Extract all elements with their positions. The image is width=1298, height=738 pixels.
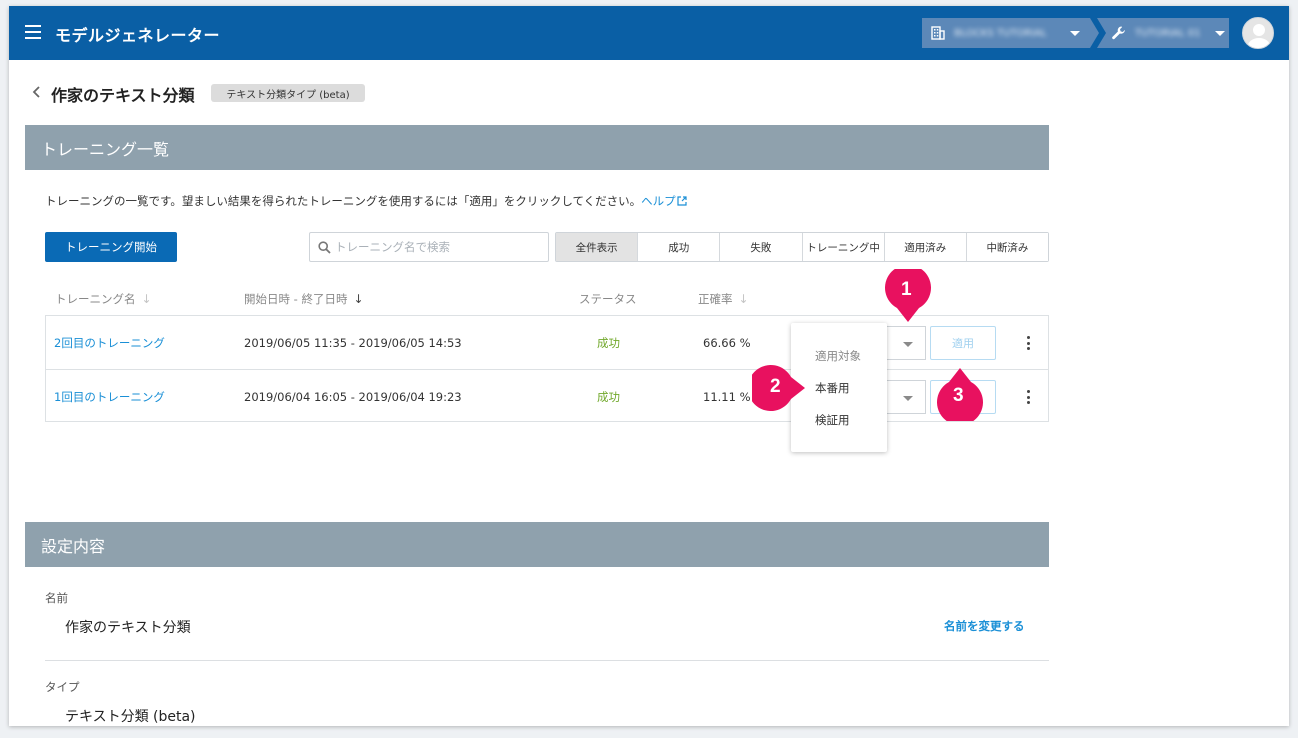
filter-failed[interactable]: 失敗 (720, 233, 803, 261)
training-name-link[interactable]: 1回目のトレーニング (54, 370, 165, 423)
wrench-icon (1111, 25, 1127, 41)
dropdown-option-validation[interactable]: 検証用 (815, 412, 850, 428)
dropdown-option-production[interactable]: 本番用 (815, 380, 850, 396)
callout-marker-3: 3 (936, 361, 984, 426)
column-header-period[interactable]: 開始日時 - 終了日時 ↓ (244, 291, 364, 307)
start-training-button[interactable]: トレーニング開始 (45, 232, 177, 262)
filter-all[interactable]: 全件表示 (556, 233, 639, 261)
page-title: 作家のテキスト分類 (51, 86, 195, 105)
callout-pin-right-icon (747, 365, 805, 411)
callout-marker-1: 1 (884, 264, 932, 329)
name-field-value: 作家のテキスト分類 (65, 620, 191, 636)
filter-success[interactable]: 成功 (638, 233, 721, 261)
hamburger-menu-icon[interactable] (25, 25, 41, 39)
search-icon (318, 240, 331, 254)
type-field-label: タイプ (45, 680, 80, 694)
app-window: モデルジェネレーター BLOCKS TUTORIAL TUTORIAL 01 作… (9, 6, 1289, 726)
model-type-badge: テキスト分類タイプ (beta) (211, 84, 365, 102)
status-filter-tabs: 全件表示 成功 失敗 トレーニング中 適用済み 中断済み (555, 232, 1049, 262)
sort-arrow-icon: ↓ (353, 292, 364, 306)
user-icon (1247, 24, 1271, 48)
column-header-accuracy[interactable]: 正確率 ↓ (698, 291, 749, 307)
apply-button[interactable]: 適用 (930, 326, 996, 360)
column-header-name[interactable]: トレーニング名 ↓ (55, 291, 152, 307)
apply-target-select[interactable] (886, 380, 926, 414)
back-arrow-icon[interactable] (31, 85, 43, 99)
training-period: 2019/06/04 16:05 - 2019/06/04 19:23 (244, 389, 462, 404)
more-options-icon[interactable] (1026, 336, 1030, 350)
column-header-status: ステータス (579, 292, 637, 306)
training-status: 成功 (597, 335, 620, 350)
type-field-value: テキスト分類 (beta) (65, 709, 196, 725)
training-table: 2回目のトレーニング 2019/06/05 11:35 - 2019/06/05… (45, 315, 1049, 422)
filter-cancelled[interactable]: 中断済み (966, 233, 1049, 261)
search-input[interactable] (335, 240, 535, 254)
training-accuracy: 66.66 % (703, 335, 751, 350)
sort-arrow-icon: ↓ (141, 292, 152, 306)
building-icon (930, 25, 946, 41)
filter-applied[interactable]: 適用済み (884, 233, 967, 261)
callout-marker-2: 2 (747, 364, 812, 412)
dropdown-header: 適用対象 (815, 349, 861, 363)
app-title: モデルジェネレーター (55, 26, 221, 45)
organization-name: BLOCKS TUTORIAL (954, 27, 1047, 39)
external-link-icon (677, 196, 687, 206)
training-accuracy: 11.11 % (703, 389, 751, 404)
project-name: TUTORIAL 01 (1135, 27, 1201, 39)
sort-arrow-icon: ↓ (738, 292, 749, 306)
more-options-icon[interactable] (1026, 390, 1030, 404)
chevron-down-icon (903, 396, 913, 401)
training-status: 成功 (597, 389, 620, 404)
training-list-header: トレーニング一覧 (25, 125, 1049, 170)
training-name-link[interactable]: 2回目のトレーニング (54, 316, 165, 369)
chevron-down-icon (903, 342, 913, 347)
table-row: 1回目のトレーニング 2019/06/04 16:05 - 2019/06/04… (46, 369, 1048, 422)
apply-target-select[interactable] (886, 326, 926, 360)
filter-training[interactable]: トレーニング中 (802, 233, 885, 261)
training-period: 2019/06/05 11:35 - 2019/06/05 14:53 (244, 335, 462, 350)
user-avatar[interactable] (1242, 17, 1274, 49)
help-link[interactable]: ヘルプ (641, 194, 687, 208)
name-field-label: 名前 (45, 591, 68, 605)
rename-link[interactable]: 名前を変更する (944, 618, 1025, 634)
app-bar: モデルジェネレーター BLOCKS TUTORIAL TUTORIAL 01 (9, 6, 1289, 60)
chevron-down-icon (1215, 30, 1225, 36)
training-description: トレーニングの一覧です。望ましい結果を得られたトレーニングを使用するには「適用」… (45, 193, 687, 209)
chevron-down-icon (1070, 30, 1080, 36)
project-selector[interactable]: TUTORIAL 01 (1097, 18, 1229, 48)
organization-selector[interactable]: BLOCKS TUTORIAL (922, 18, 1099, 48)
settings-header: 設定内容 (25, 522, 1049, 567)
divider (45, 660, 1049, 661)
training-search[interactable] (309, 232, 549, 262)
